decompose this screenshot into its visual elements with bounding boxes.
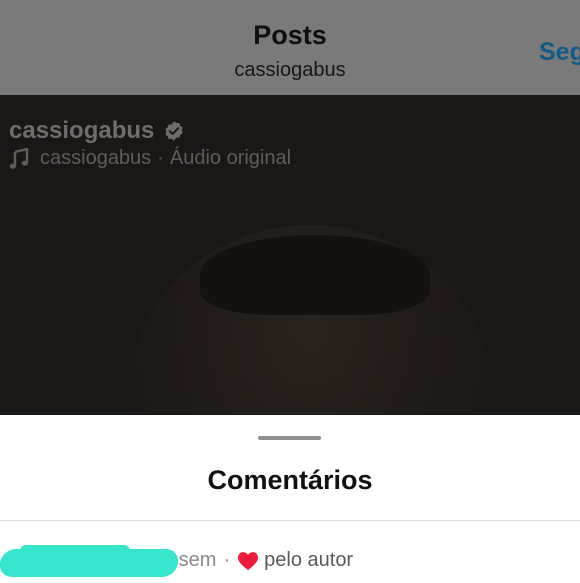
verified-badge-icon [165,121,184,141]
comment-meta-separator: · [223,549,231,571]
heart-icon [238,551,259,570]
redaction-mark-top [20,545,130,557]
audio-separator: · [157,147,164,169]
page-subtitle-username[interactable]: cassiogabus [0,59,580,82]
reel-author-username[interactable]: cassiogabus [9,117,154,145]
page-title: Posts [253,20,327,50]
reel-audio-row[interactable]: cassiogabus · Áudio original [9,147,291,170]
top-navigation-bar: Posts cassiogabus Seg [0,0,580,95]
comments-sheet: Comentários 3 sem · pelo autor [0,415,580,580]
liked-by-author-label: pelo autor [264,549,354,571]
music-note-icon [9,147,29,169]
sheet-drag-handle[interactable] [258,436,321,440]
audio-label[interactable]: Áudio original [170,147,291,170]
follow-button[interactable]: Seg [539,38,580,67]
reel-video[interactable]: cassiogabus cassiogabus · Áudio original [0,95,580,415]
reel-author-row[interactable]: cassiogabus [9,117,185,145]
comment-meta-row: 3 sem · pelo autor [0,543,580,583]
comments-title: Comentários [207,465,373,495]
comment-info: 3 sem · pelo autor [162,549,353,572]
video-frame-hair [200,235,430,315]
audio-owner[interactable]: cassiogabus [40,147,151,170]
sheet-divider [0,520,580,521]
